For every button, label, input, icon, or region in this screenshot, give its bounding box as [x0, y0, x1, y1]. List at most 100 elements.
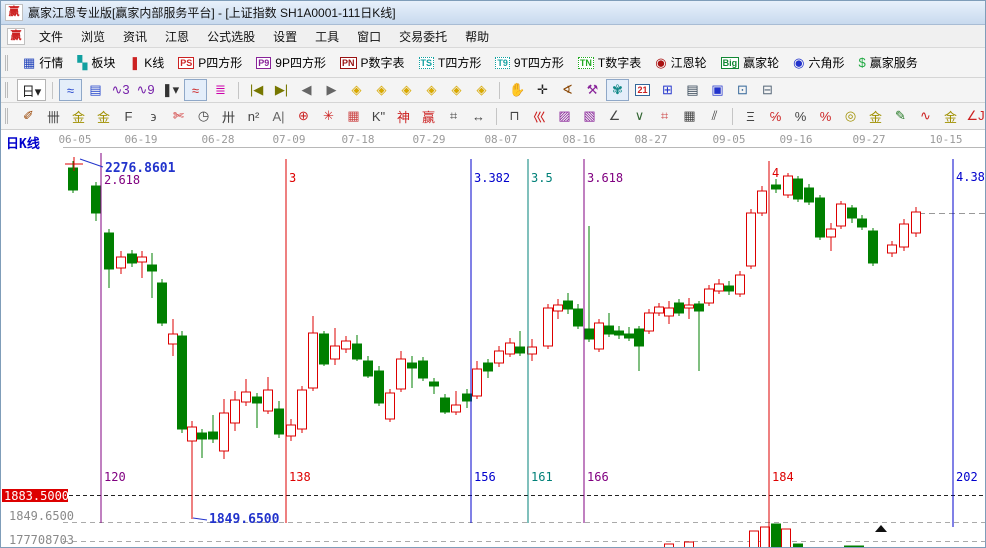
- wave3-icon[interactable]: ∿3: [109, 79, 132, 101]
- menu-item-4[interactable]: 公式选股: [198, 26, 264, 47]
- menu-item-8[interactable]: 交易委托: [390, 26, 456, 47]
- menu-item-3[interactable]: 江恩: [156, 26, 198, 47]
- target-red-icon[interactable]: ⊕: [292, 105, 315, 127]
- parallel-lines-icon[interactable]: ⫽: [703, 105, 726, 127]
- grid-filled-icon[interactable]: ▦: [678, 105, 701, 127]
- grid-123-icon[interactable]: ⌗: [442, 105, 465, 127]
- f-ruler-icon[interactable]: F: [117, 105, 140, 127]
- toolbar-button-9P四方形[interactable]: P99P四方形: [256, 54, 326, 71]
- grid-small-icon[interactable]: ⌗: [653, 105, 676, 127]
- diamond-x-icon[interactable]: ◈: [420, 79, 443, 101]
- menu-item-6[interactable]: 工具: [306, 26, 348, 47]
- knife-red-icon[interactable]: ✄: [167, 105, 190, 127]
- candle-body: [364, 361, 373, 376]
- period-dropdown[interactable]: 日▾: [17, 79, 46, 101]
- candle-edit-icon[interactable]: ✎: [889, 105, 912, 127]
- menu-item-9[interactable]: 帮助: [456, 26, 498, 47]
- toolbar-button-赢家轮[interactable]: Big赢家轮: [721, 54, 780, 71]
- menu-item-5[interactable]: 设置: [264, 26, 306, 47]
- purple-fan-icon[interactable]: ▧: [578, 105, 601, 127]
- angle-j-icon[interactable]: ∠J: [964, 105, 986, 127]
- toolbar-grip[interactable]: [5, 55, 11, 71]
- step-back-icon[interactable]: ◀: [295, 79, 318, 101]
- shen-red-icon[interactable]: 神: [392, 105, 415, 127]
- gold-lines-icon[interactable]: 金: [864, 105, 887, 127]
- percent-icon[interactable]: %: [789, 105, 812, 127]
- toolbar-button-K线[interactable]: ❚K线: [129, 54, 164, 71]
- workstation-icon[interactable]: ⊟: [756, 79, 779, 101]
- diamond-cross-icon[interactable]: ◈: [470, 79, 493, 101]
- volume-bar: [855, 546, 864, 547]
- toolbar-label: K线: [144, 54, 164, 71]
- first-bar-icon[interactable]: |◀: [245, 79, 268, 101]
- toolbar-button-P数字表[interactable]: PNP数字表: [340, 54, 405, 71]
- toolbar-grip[interactable]: [5, 82, 11, 98]
- gold-gann-b-icon[interactable]: 金: [92, 105, 115, 127]
- toolbar-grip[interactable]: [5, 108, 11, 124]
- gold-circle-icon[interactable]: ◎: [839, 105, 862, 127]
- menu-item-0[interactable]: 文件: [30, 26, 72, 47]
- trend-angle-icon[interactable]: ∠: [603, 105, 626, 127]
- diamond-star-icon[interactable]: ◈: [445, 79, 468, 101]
- x-axis-tick: 08-16: [562, 133, 595, 146]
- toolbar-button-板块[interactable]: ▚板块: [77, 54, 115, 71]
- candle-dropdown-icon[interactable]: ❚▾: [159, 79, 182, 101]
- percent-box-icon[interactable]: ℅: [764, 105, 787, 127]
- hand-icon[interactable]: ✋: [506, 79, 529, 101]
- wave-band-icon[interactable]: ∿: [914, 105, 937, 127]
- report-icon[interactable]: ▤: [681, 79, 704, 101]
- gold-underline-icon[interactable]: 金: [939, 105, 962, 127]
- crosshair-icon[interactable]: ✛: [531, 79, 554, 101]
- toolbar-button-行情[interactable]: ▦行情: [23, 54, 63, 71]
- a-lines-icon[interactable]: A|: [267, 105, 290, 127]
- menu-item-1[interactable]: 浏览: [72, 26, 114, 47]
- toolbar-button-六角形[interactable]: ◉六角形: [793, 54, 844, 71]
- tick-comb2-icon[interactable]: 卅: [217, 105, 240, 127]
- span-arrows-icon[interactable]: ↔: [467, 105, 490, 127]
- fan-red-icon[interactable]: 巛: [528, 105, 551, 127]
- marker-pen-icon[interactable]: ✐: [17, 105, 40, 127]
- anchor-purple-icon[interactable]: ⚒: [581, 79, 604, 101]
- diamond-hspan-icon[interactable]: ◈: [395, 79, 418, 101]
- purple-box-icon[interactable]: ▨: [553, 105, 576, 127]
- box-measure-icon[interactable]: ⊓: [503, 105, 526, 127]
- calculator-icon[interactable]: ⊞: [656, 79, 679, 101]
- toolbar-button-T四方形[interactable]: TST四方形: [419, 54, 482, 71]
- toolbar-button-T数字表[interactable]: TNT数字表: [578, 54, 641, 71]
- tick-comb-icon[interactable]: 卌: [42, 105, 65, 127]
- scale-steps-icon[interactable]: Ξ: [739, 105, 762, 127]
- star-grid-icon[interactable]: ✳: [317, 105, 340, 127]
- menu-item-2[interactable]: 资讯: [114, 26, 156, 47]
- step-forward-icon[interactable]: ▶: [320, 79, 343, 101]
- save-icon[interactable]: ▣: [706, 79, 729, 101]
- ying-red-icon[interactable]: 赢: [417, 105, 440, 127]
- sketch-red-icon[interactable]: ≈: [184, 79, 207, 101]
- sketch-blue-icon[interactable]: ≈: [59, 79, 82, 101]
- menu-item-7[interactable]: 窗口: [348, 26, 390, 47]
- k-quote-icon[interactable]: K": [367, 105, 390, 127]
- wave9-icon[interactable]: ∿9: [134, 79, 157, 101]
- gold-gann-a-icon[interactable]: 金: [67, 105, 90, 127]
- candle-body: [605, 326, 614, 334]
- candle-body: [837, 204, 846, 226]
- time-cycle-icon[interactable]: ◷: [192, 105, 215, 127]
- diamond-left-icon[interactable]: ◈: [345, 79, 368, 101]
- n-squared-icon[interactable]: n²: [242, 105, 265, 127]
- info-panel-icon[interactable]: ▤: [84, 79, 107, 101]
- diamond-right-icon[interactable]: ◈: [370, 79, 393, 101]
- red-grid-icon[interactable]: ▦: [342, 105, 365, 127]
- zigzag-icon[interactable]: ∨: [628, 105, 651, 127]
- save-net-icon[interactable]: ⊡: [731, 79, 754, 101]
- toolbar-button-P四方形[interactable]: PSP四方形: [178, 54, 242, 71]
- toolbar-button-江恩轮[interactable]: ◉江恩轮: [655, 54, 706, 71]
- histogram-icon[interactable]: ≣: [209, 79, 232, 101]
- calendar21-icon[interactable]: 21: [631, 79, 654, 101]
- brain-icon[interactable]: ✾: [606, 79, 629, 101]
- last-bar-icon[interactable]: ▶|: [270, 79, 293, 101]
- spiral-icon[interactable]: ϶: [142, 105, 165, 127]
- toolbar-button-赢家服务[interactable]: $赢家服务: [858, 54, 917, 71]
- candle-body: [705, 289, 714, 303]
- angle-measure-icon[interactable]: ∢: [556, 79, 579, 101]
- percent-line-icon[interactable]: %: [814, 105, 837, 127]
- toolbar-button-9T四方形[interactable]: T99T四方形: [495, 54, 564, 71]
